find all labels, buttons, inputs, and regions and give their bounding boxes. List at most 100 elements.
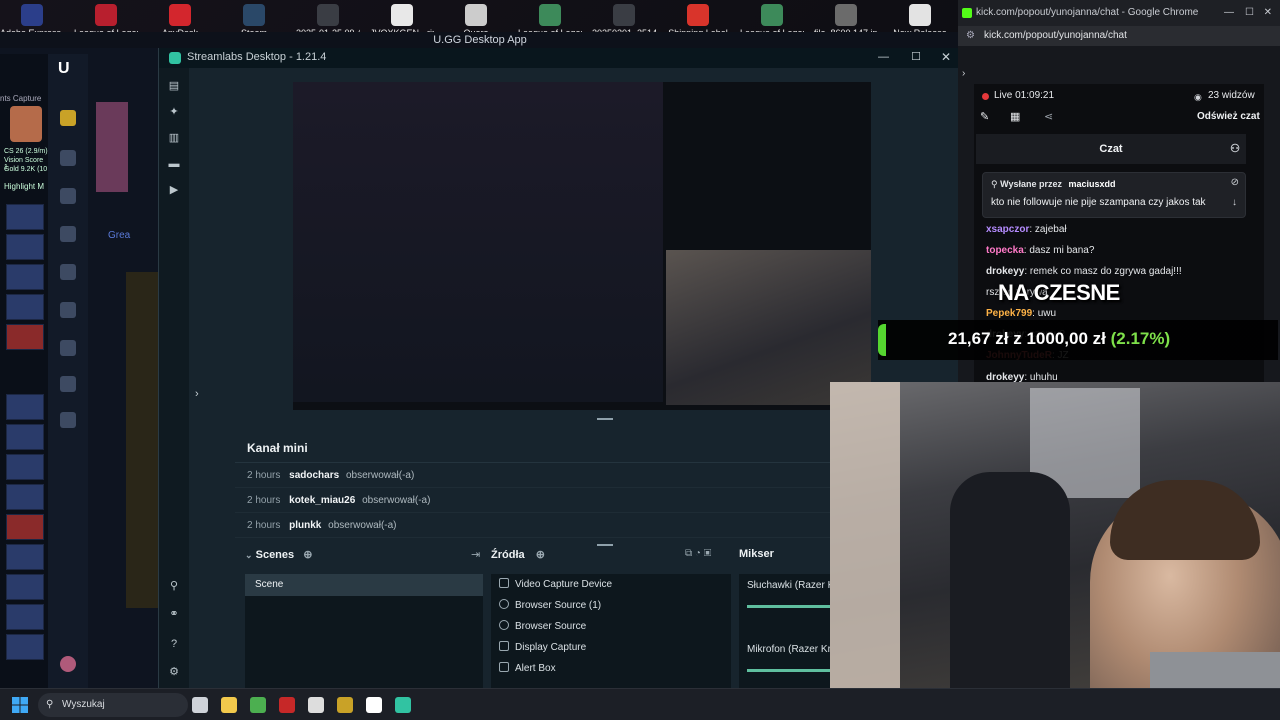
- highlight-thumb[interactable]: [6, 484, 44, 510]
- windows-start-icon[interactable]: [12, 697, 28, 713]
- highlight-thumb[interactable]: [6, 424, 44, 450]
- event-row: 2 hours plunkk obserwował(-a): [235, 513, 855, 538]
- file-explorer-icon[interactable]: [221, 697, 237, 713]
- resize-handle[interactable]: [597, 544, 613, 546]
- highlight-thumb[interactable]: [6, 574, 44, 600]
- source-item[interactable]: Browser Source (1): [491, 595, 731, 616]
- highlight-thumb[interactable]: [6, 394, 44, 420]
- edit-icon[interactable]: [60, 412, 76, 428]
- skull-icon[interactable]: [60, 302, 76, 318]
- highlight-thumb[interactable]: [6, 604, 44, 630]
- shortcut-icon: [613, 4, 635, 26]
- ugg-champion-art: [96, 102, 128, 192]
- share-icon[interactable]: ⋖: [1044, 110, 1053, 123]
- users-icon[interactable]: ⚇: [1230, 134, 1240, 164]
- source-label: Display Capture: [515, 642, 587, 653]
- close-icon[interactable]: ✕: [941, 50, 951, 64]
- live-indicator-icon: [982, 93, 989, 100]
- home-icon[interactable]: [60, 150, 76, 166]
- expand-chevron-icon[interactable]: ›: [195, 388, 199, 400]
- link-icon[interactable]: ⚲: [168, 580, 180, 592]
- event-user[interactable]: sadochars: [289, 470, 339, 481]
- donation-amount: 21,67 zł: [948, 329, 1009, 348]
- event-user[interactable]: plunkk: [289, 520, 321, 531]
- play-icon[interactable]: ▶: [168, 184, 180, 196]
- highlight-thumb[interactable]: [6, 234, 44, 260]
- add-scene-icon[interactable]: ⊕: [303, 549, 312, 561]
- shop-icon[interactable]: ▦: [1010, 110, 1020, 123]
- pinned-user[interactable]: maciusxdd: [1068, 179, 1115, 189]
- unpin-icon[interactable]: ⊘: [1231, 177, 1239, 188]
- expand-chevron-icon[interactable]: ›: [962, 68, 965, 79]
- settings-icon[interactable]: [308, 697, 324, 713]
- source-item[interactable]: Browser Source: [491, 616, 731, 637]
- taskbar-search[interactable]: ⚲ Wyszukaj: [38, 693, 188, 717]
- address-bar[interactable]: ⚙ kick.com/popout/yunojanna/chat: [958, 26, 1280, 46]
- streamlabs-icon[interactable]: [395, 697, 411, 713]
- lol-client-icon[interactable]: [337, 697, 353, 713]
- refresh-chat-button[interactable]: Odśwież czat: [1197, 111, 1260, 122]
- chrome-icon[interactable]: [250, 697, 266, 713]
- scene-item[interactable]: Scene: [245, 574, 483, 596]
- themes-icon[interactable]: ✦: [168, 106, 180, 118]
- task-view-icon[interactable]: [192, 697, 208, 713]
- source-item[interactable]: Video Capture Device: [491, 574, 731, 595]
- collapse-chevron-icon[interactable]: ⌄: [245, 550, 253, 560]
- scene-transition-icon[interactable]: ⇥: [471, 548, 480, 561]
- source-label: Alert Box: [515, 663, 556, 674]
- league-icon[interactable]: [279, 697, 295, 713]
- close-icon[interactable]: ✕: [1264, 0, 1272, 26]
- stat-cs: CS 26 (2.9/m): [4, 148, 48, 155]
- highlight-thumb[interactable]: [6, 324, 44, 350]
- highlight-thumb[interactable]: [6, 294, 44, 320]
- source-item[interactable]: Alert Box: [491, 658, 731, 679]
- chrome-title: kick.com/popout/yunojanna/chat - Google …: [976, 7, 1199, 18]
- tools-icon[interactable]: [60, 264, 76, 280]
- highlight-thumb[interactable]: [6, 634, 44, 660]
- minimize-icon[interactable]: —: [878, 51, 889, 63]
- video-icon[interactable]: [60, 376, 76, 392]
- store-icon[interactable]: ▥: [168, 132, 180, 144]
- maximize-icon[interactable]: ☐: [1245, 0, 1254, 26]
- chat-username[interactable]: topecka: [986, 245, 1024, 256]
- list-icon[interactable]: [60, 188, 76, 204]
- user-avatar[interactable]: [60, 656, 76, 672]
- editor-icon[interactable]: ▤: [168, 80, 180, 92]
- pencil-icon[interactable]: ✎: [980, 110, 989, 123]
- settings-icon[interactable]: ⚙: [168, 666, 180, 678]
- donation-percent: (2.17%): [1110, 329, 1171, 348]
- highlight-thumb[interactable]: [6, 544, 44, 570]
- minimize-icon[interactable]: —: [1224, 0, 1234, 26]
- help-icon[interactable]: ?: [168, 638, 180, 650]
- ugg-icon[interactable]: [366, 697, 382, 713]
- layout-icon[interactable]: ▬: [168, 158, 180, 170]
- arrow-down-icon[interactable]: ↓: [1232, 197, 1237, 208]
- taskbar: ⚲ Wyszukaj: [0, 688, 1280, 720]
- chat-username[interactable]: xsapczor: [986, 224, 1029, 235]
- maximize-icon[interactable]: ☐: [911, 50, 921, 63]
- shortcut-icon: [835, 4, 857, 26]
- gaming-chair: [950, 472, 1070, 712]
- event-user[interactable]: kotek_miau26: [289, 495, 355, 506]
- highlight-thumb[interactable]: [6, 514, 44, 540]
- highlight-thumb[interactable]: [6, 454, 44, 480]
- trophy-icon[interactable]: [60, 340, 76, 356]
- highlight-thumb[interactable]: [6, 204, 44, 230]
- event-action: obserwował(-a): [362, 495, 431, 506]
- highlight-thumb[interactable]: [6, 264, 44, 290]
- resize-handle[interactable]: [597, 418, 613, 420]
- chat-username[interactable]: Pepek799: [986, 308, 1032, 319]
- source-tools-icon[interactable]: ⧉ ◔ ▣: [685, 548, 711, 559]
- source-item[interactable]: Display Capture: [491, 637, 731, 658]
- stream-preview[interactable]: [293, 82, 871, 410]
- site-info-icon[interactable]: ⚙: [966, 26, 975, 46]
- ugg-capture-label: nts Capture: [0, 94, 42, 103]
- shortcut-icon: [317, 4, 339, 26]
- swords-icon[interactable]: [60, 226, 76, 242]
- add-source-icon[interactable]: ⊕: [536, 549, 545, 561]
- share-icon[interactable]: ⚭: [168, 608, 180, 620]
- chat-username[interactable]: drokeyy: [986, 266, 1024, 277]
- chat-title: Czat: [1099, 143, 1123, 155]
- lol-icon[interactable]: [60, 110, 76, 126]
- donation-goal: 1000,00 zł: [1026, 329, 1106, 348]
